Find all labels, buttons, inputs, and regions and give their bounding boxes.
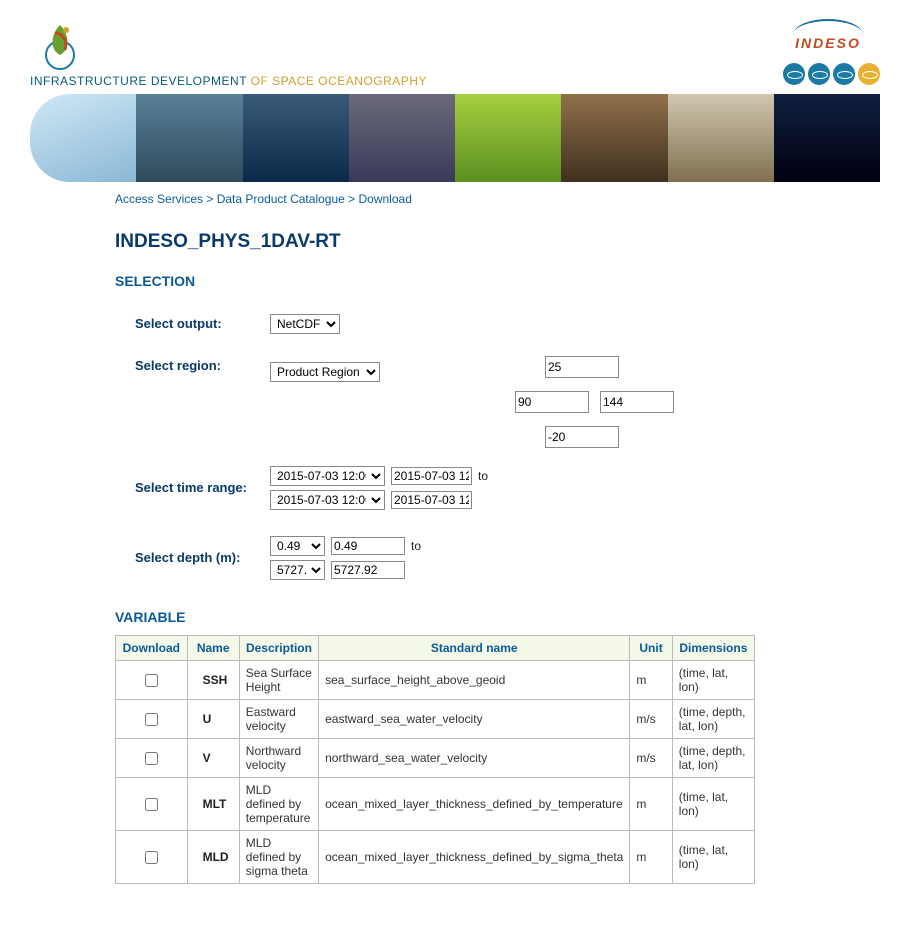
input-region-west[interactable]	[515, 391, 589, 413]
checkbox-download[interactable]	[145, 851, 158, 864]
breadcrumb-catalogue[interactable]: Data Product Catalogue	[217, 192, 345, 206]
cell-unit: m	[630, 778, 672, 831]
label-to-depth: to	[411, 539, 421, 553]
th-unit: Unit	[630, 636, 672, 661]
checkbox-download[interactable]	[145, 752, 158, 765]
table-row: VNorthward velocitynorthward_sea_water_v…	[116, 739, 755, 778]
variable-table: Download Name Description Standard name …	[115, 635, 755, 884]
table-row: UEastward velocityeastward_sea_water_vel…	[116, 700, 755, 739]
cell-unit: m	[630, 661, 672, 700]
select-output[interactable]: NetCDF	[270, 314, 340, 334]
table-row: MLDMLD defined by sigma thetaocean_mixed…	[116, 831, 755, 884]
indeso-logo: INDESO	[783, 15, 873, 55]
section-selection: SELECTION	[115, 273, 795, 289]
input-time-start[interactable]	[391, 467, 472, 485]
cell-standard: ocean_mixed_layer_thickness_defined_by_s…	[319, 831, 630, 884]
cell-name: MLD	[187, 831, 239, 884]
breadcrumb: Access Services > Data Product Catalogue…	[115, 192, 795, 206]
banner-image-strip	[30, 94, 880, 182]
cell-name: SSH	[187, 661, 239, 700]
checkbox-download[interactable]	[145, 798, 158, 811]
cell-unit: m/s	[630, 739, 672, 778]
cell-standard: ocean_mixed_layer_thickness_defined_by_t…	[319, 778, 630, 831]
select-depth-end[interactable]: 5727.92	[270, 560, 325, 580]
label-to-time: to	[478, 469, 488, 483]
header-wave-icon[interactable]	[833, 63, 855, 85]
cell-name: MLT	[187, 778, 239, 831]
input-region-south[interactable]	[545, 426, 619, 448]
cell-standard: eastward_sea_water_velocity	[319, 700, 630, 739]
cell-unit: m	[630, 831, 672, 884]
input-region-north[interactable]	[545, 356, 619, 378]
cell-description: MLD defined by sigma theta	[239, 831, 318, 884]
tagline-part-a: INFRASTRUCTURE DEVELOPMENT	[30, 74, 251, 88]
checkbox-download[interactable]	[145, 674, 158, 687]
cell-dimensions: (time, lat, lon)	[672, 778, 754, 831]
input-region-east[interactable]	[600, 391, 674, 413]
th-download: Download	[116, 636, 188, 661]
page-title: INDESO_PHYS_1DAV-RT	[115, 231, 795, 253]
header-fish-icon[interactable]	[808, 63, 830, 85]
cell-description: Sea Surface Height	[239, 661, 318, 700]
th-standard: Standard name	[319, 636, 630, 661]
header-icon-row	[783, 63, 880, 85]
input-time-end[interactable]	[391, 491, 472, 509]
select-time-start[interactable]: 2015-07-03 12:00:00	[270, 466, 385, 486]
th-description: Description	[239, 636, 318, 661]
label-region: Select region:	[115, 356, 270, 373]
cell-standard: sea_surface_height_above_geoid	[319, 661, 630, 700]
label-output: Select output:	[115, 314, 270, 331]
tagline: INFRASTRUCTURE DEVELOPMENT OF SPACE OCEA…	[30, 74, 427, 88]
checkbox-download[interactable]	[145, 713, 158, 726]
cell-description: Northward velocity	[239, 739, 318, 778]
cell-dimensions: (time, depth, lat, lon)	[672, 739, 754, 778]
th-dimensions: Dimensions	[672, 636, 754, 661]
cell-dimensions: (time, lat, lon)	[672, 661, 754, 700]
label-depth: Select depth (m):	[115, 536, 270, 565]
header: INFRASTRUCTURE DEVELOPMENT OF SPACE OCEA…	[30, 15, 880, 88]
header-globe-icon[interactable]	[783, 63, 805, 85]
cell-dimensions: (time, depth, lat, lon)	[672, 700, 754, 739]
cell-unit: m/s	[630, 700, 672, 739]
input-depth-end[interactable]	[331, 561, 405, 579]
breadcrumb-download[interactable]: Download	[359, 192, 412, 206]
breadcrumb-access-services[interactable]: Access Services	[115, 192, 203, 206]
section-variable: VARIABLE	[115, 609, 795, 625]
cell-name: U	[187, 700, 239, 739]
cell-name: V	[187, 739, 239, 778]
label-time: Select time range:	[115, 466, 270, 495]
select-region[interactable]: Product Region	[270, 362, 380, 382]
select-depth-start[interactable]: 0.49	[270, 536, 325, 556]
table-row: MLTMLD defined by temperatureocean_mixed…	[116, 778, 755, 831]
select-time-end[interactable]: 2015-07-03 12:00:00	[270, 490, 385, 510]
cell-description: Eastward velocity	[239, 700, 318, 739]
header-sun-icon[interactable]	[858, 63, 880, 85]
tagline-part-b: OF SPACE OCEANOGRAPHY	[251, 74, 427, 88]
cell-standard: northward_sea_water_velocity	[319, 739, 630, 778]
ministry-logo	[30, 15, 90, 70]
input-depth-start[interactable]	[331, 537, 405, 555]
table-row: SSHSea Surface Heightsea_surface_height_…	[116, 661, 755, 700]
cell-dimensions: (time, lat, lon)	[672, 831, 754, 884]
cell-description: MLD defined by temperature	[239, 778, 318, 831]
th-name: Name	[187, 636, 239, 661]
